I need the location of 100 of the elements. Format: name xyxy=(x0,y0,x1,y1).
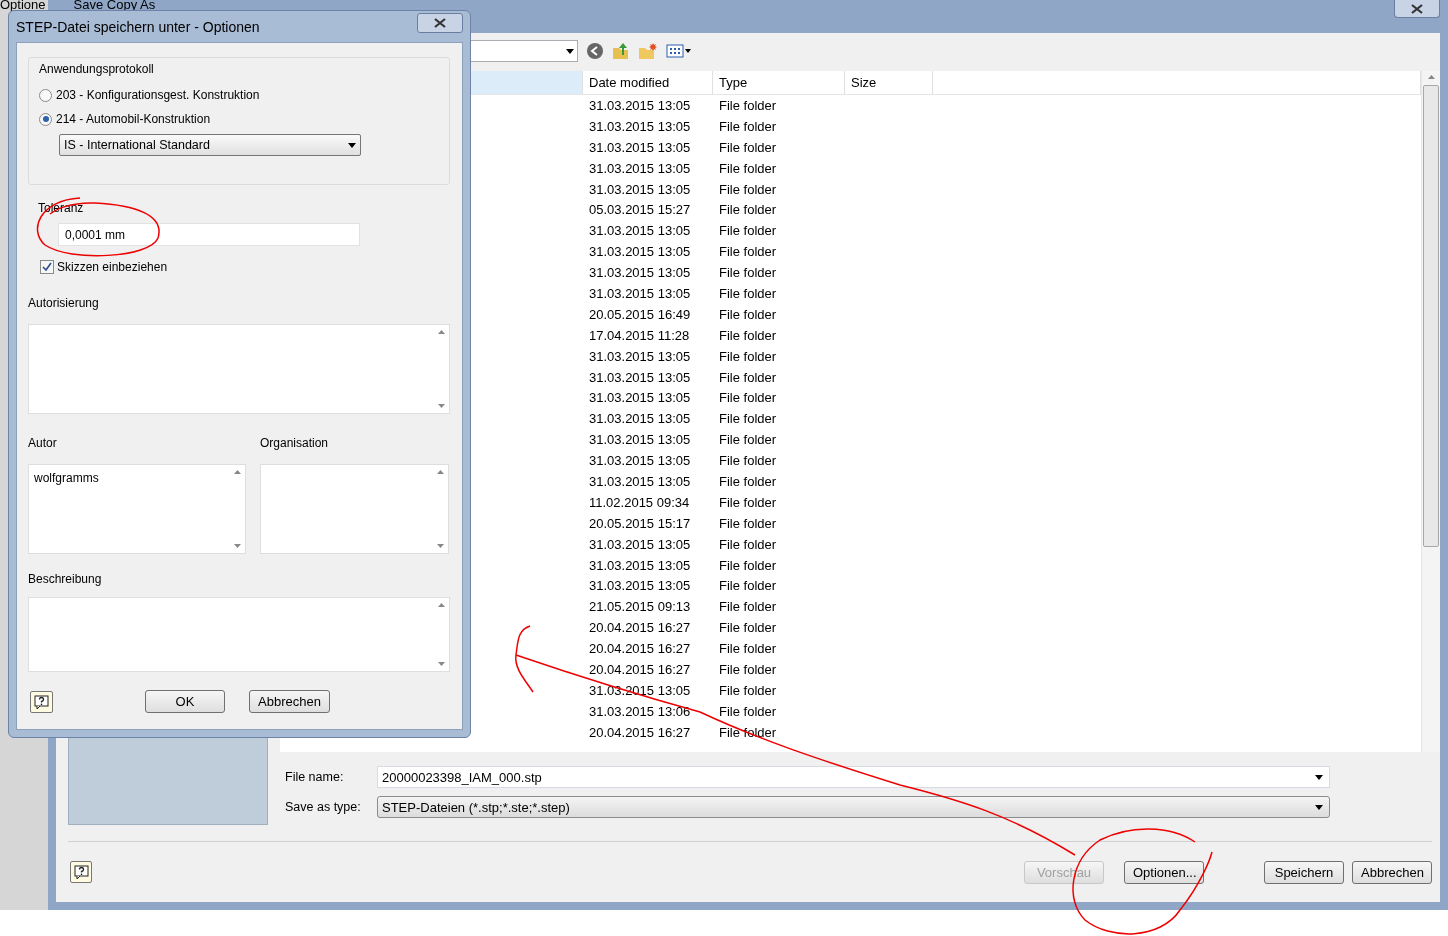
scroll-up-icon[interactable] xyxy=(436,470,444,474)
type-cell-text: File folder xyxy=(718,181,778,197)
help-icon xyxy=(73,865,89,879)
type-cell-text: File folder xyxy=(718,473,778,489)
date-cell-text: 31.03.2015 13:05 xyxy=(588,536,692,552)
date-cell-text: 31.03.2015 13:05 xyxy=(588,390,692,406)
date-cell-text: 31.03.2015 13:05 xyxy=(588,348,692,364)
checkbox[interactable] xyxy=(40,260,54,274)
scroll-up-icon[interactable] xyxy=(437,330,445,334)
field-label: Organisation xyxy=(260,436,330,450)
type-cell-text: File folder xyxy=(718,662,778,677)
date-cell-text: 31.03.2015 13:05 xyxy=(588,223,692,239)
scroll-down-icon[interactable] xyxy=(436,544,444,548)
dialog-button[interactable]: Speichern xyxy=(1264,860,1344,884)
type-cell-text: File folder xyxy=(718,620,778,636)
type-cell-text: File folder xyxy=(718,265,778,281)
type-cell-text: File folder xyxy=(718,599,778,615)
date-cell-text: 31.03.2015 13:05 xyxy=(588,181,692,197)
type-cell-text: File folder xyxy=(718,160,778,176)
type-cell-text: File folder xyxy=(718,390,778,406)
type-cell-text: File folder xyxy=(718,285,778,301)
date-cell-text: 31.03.2015 13:05 xyxy=(588,139,692,155)
type-cell-text: File folder xyxy=(718,703,778,719)
close-button[interactable] xyxy=(1394,0,1440,18)
scroll-down-icon[interactable] xyxy=(437,404,445,408)
tolerance-field[interactable]: 0,0001 mm xyxy=(58,223,360,246)
dropdown-arrow-icon xyxy=(1315,774,1323,780)
dialog-button[interactable]: Optionen... xyxy=(1124,860,1204,884)
view-menu-icon[interactable] xyxy=(666,44,692,58)
date-cell-text: 20.04.2015 16:27 xyxy=(588,724,692,740)
type-cell-text: File folder xyxy=(718,557,778,573)
dialog-button[interactable]: OK xyxy=(145,690,225,713)
dialog-button[interactable]: Abbrechen xyxy=(249,690,330,713)
scroll-down-icon[interactable] xyxy=(437,662,445,666)
date-cell-text: 31.03.2015 13:05 xyxy=(588,473,692,489)
dropdown-arrow-icon xyxy=(348,142,356,148)
date-cell-text: 31.03.2015 13:05 xyxy=(588,265,692,281)
file-type-dropdown[interactable]: STEP-Dateien (*.stp;*.ste;*.step) xyxy=(377,796,1330,818)
type-cell-text: File folder xyxy=(718,369,778,385)
date-cell-text: 31.03.2015 13:05 xyxy=(588,432,692,448)
date-cell-text: 31.03.2015 13:05 xyxy=(588,557,692,573)
scroll-up-icon[interactable] xyxy=(437,603,445,607)
type-cell-text: File folder xyxy=(718,139,778,155)
back-icon[interactable] xyxy=(586,42,604,60)
date-cell-text: 31.03.2015 13:05 xyxy=(588,244,692,260)
type-cell-text: File folder xyxy=(718,244,778,260)
dropdown-arrow-icon xyxy=(566,48,574,54)
radio-button[interactable] xyxy=(39,88,52,102)
help-button[interactable] xyxy=(70,861,92,883)
field-label: Save as type: xyxy=(285,800,362,814)
date-cell-text: 11.02.2015 09:34 xyxy=(588,494,691,510)
author-field[interactable]: wolfgramms xyxy=(28,464,246,554)
type-cell-text: File folder xyxy=(718,682,778,698)
radio-label: 214 - Automobil-Konstruktion xyxy=(56,112,211,126)
file-name-field[interactable]: 20000023398_IAM_000.stp xyxy=(377,766,1330,788)
type-cell-text: File folder xyxy=(718,724,778,740)
background-tab[interactable]: Optione xyxy=(0,0,46,12)
type-cell-text: File folder xyxy=(718,536,778,552)
date-cell-text: 20.05.2015 16:49 xyxy=(588,306,692,322)
radio-button[interactable] xyxy=(39,112,52,126)
scroll-up-icon[interactable] xyxy=(233,470,241,474)
type-cell-text: File folder xyxy=(718,453,778,469)
type-cell-text: File folder xyxy=(718,515,778,531)
date-cell-text: 31.03.2015 13:05 xyxy=(588,118,692,134)
new-folder-icon[interactable] xyxy=(638,42,658,60)
field-label: Beschreibung xyxy=(28,572,103,586)
type-cell-text: File folder xyxy=(718,578,778,594)
date-cell-text: 31.03.2015 13:05 xyxy=(588,369,692,385)
date-cell-text: 21.05.2015 09:13 xyxy=(588,599,692,615)
date-cell-text: 31.03.2015 13:05 xyxy=(588,578,692,594)
dialog-title: STEP-Datei speichern unter - Optionen xyxy=(16,18,260,35)
path-dropdown[interactable] xyxy=(470,40,578,62)
date-cell-text: 31.03.2015 13:05 xyxy=(588,160,692,176)
type-cell-text: File folder xyxy=(718,348,778,364)
date-cell-text: 31.03.2015 13:05 xyxy=(588,97,692,113)
radio-label: 203 - Konfigurationsgest. Konstruktion xyxy=(56,88,260,102)
organisation-field[interactable] xyxy=(260,464,449,554)
help-button[interactable] xyxy=(30,690,53,713)
date-cell-text: 31.03.2015 13:05 xyxy=(588,411,692,427)
authorization-field[interactable] xyxy=(28,324,450,414)
type-cell-text: File folder xyxy=(718,223,778,239)
field-label: Autorisierung xyxy=(28,296,100,310)
type-cell-text: File folder xyxy=(718,411,778,427)
scroll-up-icon[interactable] xyxy=(1427,75,1435,79)
date-cell-text: 20.05.2015 15:17 xyxy=(588,515,692,531)
folder-up-icon[interactable] xyxy=(612,42,630,60)
close-button[interactable] xyxy=(417,12,463,33)
standard-dropdown[interactable]: IS - International Standard xyxy=(59,134,361,156)
field-label: Autor xyxy=(28,436,58,450)
scrollbar[interactable] xyxy=(1421,71,1440,752)
date-cell-text: 17.04.2015 11:28 xyxy=(588,327,691,343)
type-cell-text: File folder xyxy=(718,494,778,510)
date-cell-text: 31.03.2015 13:06 xyxy=(588,703,692,719)
type-cell-text: File folder xyxy=(718,432,778,448)
scroll-down-icon[interactable] xyxy=(233,544,241,548)
description-field[interactable] xyxy=(28,597,450,672)
type-cell-text: File folder xyxy=(718,97,778,113)
group-title: Anwendungsprotokoll xyxy=(39,62,155,76)
checkmark-icon xyxy=(42,262,52,272)
dialog-button[interactable]: Abbrechen xyxy=(1352,860,1432,884)
